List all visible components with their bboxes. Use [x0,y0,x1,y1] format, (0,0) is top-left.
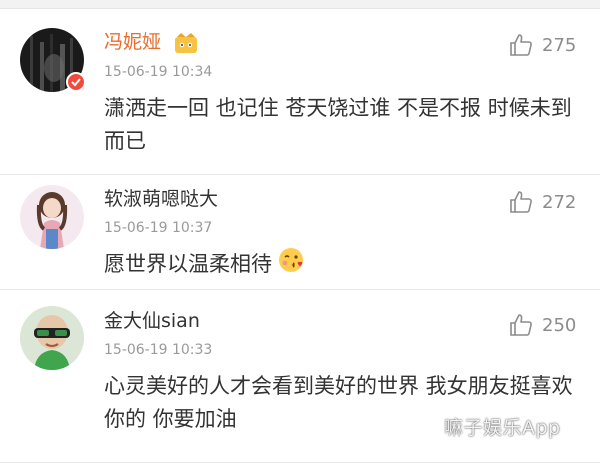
comment-timestamp: 15-06-19 10:33 [104,342,213,358]
vip-crown-icon [173,31,199,59]
comment-item: 冯妮娅 15-06-19 10:34 潇洒走一回 也记住 苍天饶过谁 不是不报 … [0,14,600,174]
like-count: 272 [542,191,577,213]
avatar[interactable] [20,185,84,249]
comment-timestamp: 15-06-19 10:37 [104,220,213,236]
comment-list-page: 冯妮娅 15-06-19 10:34 潇洒走一回 也记住 苍天饶过谁 不是不报 … [0,0,600,467]
like-button[interactable]: 275 [508,30,576,60]
like-button[interactable]: 250 [508,310,576,340]
divider [0,462,600,463]
watermark: 嘛子娱乐App [444,417,561,439]
like-button[interactable]: 272 [508,187,576,217]
comment-item: 软淑萌嗯哒大 15-06-19 10:37 愿世界以温柔相待 272 [0,175,600,285]
comment-timestamp: 15-06-19 10:34 [104,64,213,80]
comment-text: 潇洒走一回 也记住 苍天饶过谁 不是不报 时候未到而已 [104,96,572,153]
like-count: 250 [542,314,577,336]
avatar[interactable] [20,306,84,370]
username[interactable]: 冯妮娅 [104,30,161,54]
top-divider [0,0,600,9]
comment-text-body: 愿世界以温柔相待 [104,252,272,276]
thumbs-up-icon [510,191,532,213]
verified-badge-icon [66,72,86,92]
thumbs-up-icon [510,314,532,336]
kiss-face-emoji-icon [278,247,304,283]
username[interactable]: 金大仙sian [104,309,200,333]
thumbs-up-icon [510,34,532,56]
like-count: 275 [542,34,577,56]
username[interactable]: 软淑萌嗯哒大 [104,187,218,211]
comment-text: 愿世界以温柔相待 [104,247,584,283]
